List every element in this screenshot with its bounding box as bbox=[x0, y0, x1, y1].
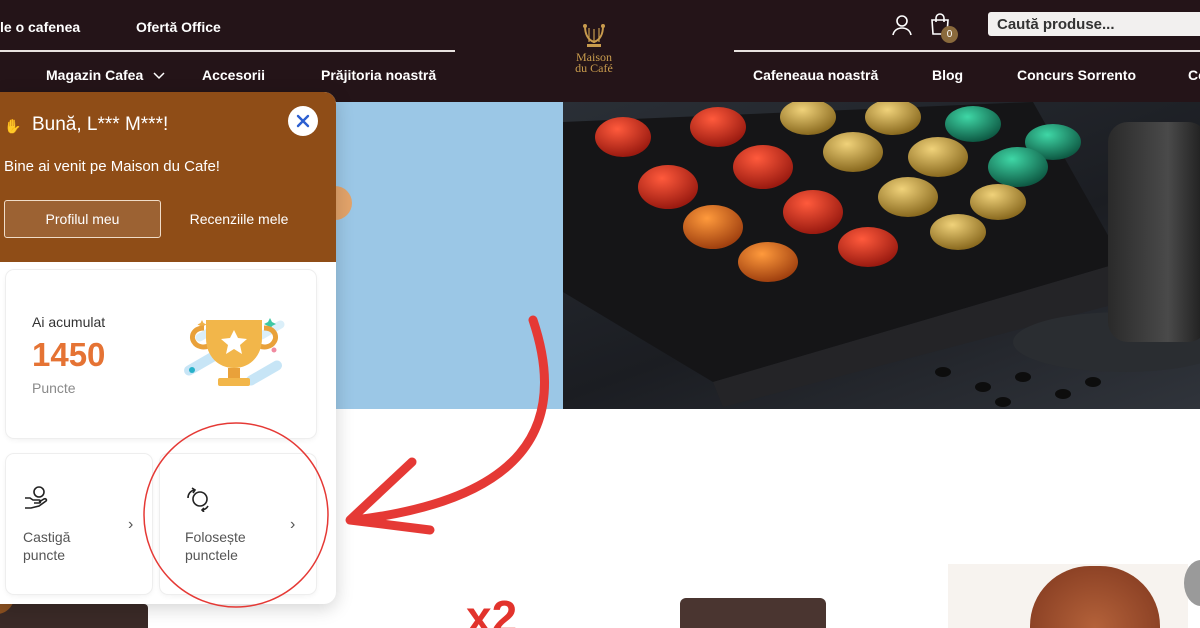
promo-multiplier-badge: x2 bbox=[466, 590, 517, 628]
my-profile-button[interactable]: Profilul meu bbox=[4, 200, 161, 238]
top-link-find-cafe[interactable]: le o cafenea bbox=[0, 19, 80, 35]
earn-points-card[interactable]: Castigă puncte › bbox=[6, 454, 152, 594]
close-button[interactable] bbox=[288, 106, 318, 136]
close-icon bbox=[296, 114, 310, 128]
logo-word-2: du Café bbox=[575, 61, 613, 75]
my-reviews-button[interactable]: Recenziile mele bbox=[176, 200, 302, 238]
chevron-down-icon bbox=[153, 72, 165, 80]
chevron-right-icon: › bbox=[128, 516, 134, 533]
nav-our-cafe[interactable]: Cafeneaua noastră bbox=[753, 67, 878, 83]
use-points-label: Folosește punctele bbox=[185, 528, 246, 564]
loyalty-panel: ✋ Bună, L*** M***! Bine ai venit pe Mais… bbox=[0, 92, 336, 604]
header-divider-left bbox=[0, 50, 455, 52]
hero-banner-background bbox=[320, 102, 563, 409]
use-points-line-2: punctele bbox=[185, 547, 238, 563]
welcome-text: Bine ai venit pe Maison du Cafe! bbox=[4, 158, 220, 175]
points-value: 1450 bbox=[32, 336, 106, 373]
top-link-office-offer[interactable]: Ofertă Office bbox=[136, 19, 221, 35]
points-summary-card: Ai acumulat 1450 Puncte bbox=[6, 270, 316, 438]
use-points-card[interactable]: Folosește punctele › bbox=[160, 454, 316, 594]
capsule-box-illustration bbox=[563, 102, 1200, 407]
earn-points-line-2: puncte bbox=[23, 547, 66, 563]
nav-contact[interactable]: Co bbox=[1188, 67, 1200, 83]
chevron-right-icon: › bbox=[290, 516, 296, 533]
site-logo[interactable]: Maison du Café bbox=[564, 22, 624, 82]
greeting-text: Bună, L*** M***! bbox=[32, 114, 169, 135]
nav-accessories[interactable]: Accesorii bbox=[202, 67, 265, 83]
points-label: Ai acumulat bbox=[32, 314, 106, 330]
site-header: le o cafenea Ofertă Office Magazin Cafea… bbox=[0, 0, 1200, 102]
trophy-icon bbox=[184, 318, 285, 386]
nav-coffee-shop[interactable]: Magazin Cafea bbox=[46, 67, 165, 83]
nav-coffee-shop-label: Magazin Cafea bbox=[46, 67, 144, 83]
points-unit: Puncte bbox=[32, 380, 76, 396]
product-thumbnail[interactable] bbox=[680, 598, 826, 628]
search-input[interactable] bbox=[988, 12, 1200, 36]
waving-hand-icon: ✋ bbox=[4, 118, 22, 134]
use-points-line-1: Folosește bbox=[185, 529, 246, 545]
exchange-coins-icon bbox=[187, 487, 209, 512]
nav-contest[interactable]: Concurs Sorrento bbox=[1017, 67, 1136, 83]
hero-coffee-capsules-image[interactable] bbox=[563, 102, 1200, 409]
lyre-logo-icon bbox=[583, 24, 605, 47]
product-thumbnail[interactable] bbox=[0, 604, 148, 628]
earn-points-line-1: Castigă bbox=[23, 529, 71, 545]
nav-blog[interactable]: Blog bbox=[932, 67, 963, 83]
loyalty-panel-header: ✋ Bună, L*** M***! Bine ai venit pe Mais… bbox=[0, 92, 336, 262]
hand-coin-icon bbox=[25, 486, 48, 509]
promo-multiplier-text: x2 bbox=[466, 591, 518, 628]
annotation-arrowhead-icon bbox=[345, 457, 435, 535]
nav-roastery[interactable]: Prăjitoria noastră bbox=[321, 67, 436, 83]
header-divider-right bbox=[734, 50, 1200, 52]
user-account-icon[interactable] bbox=[891, 14, 913, 36]
cart-count-badge: 0 bbox=[941, 26, 958, 43]
earn-points-label: Castigă puncte bbox=[23, 528, 70, 564]
